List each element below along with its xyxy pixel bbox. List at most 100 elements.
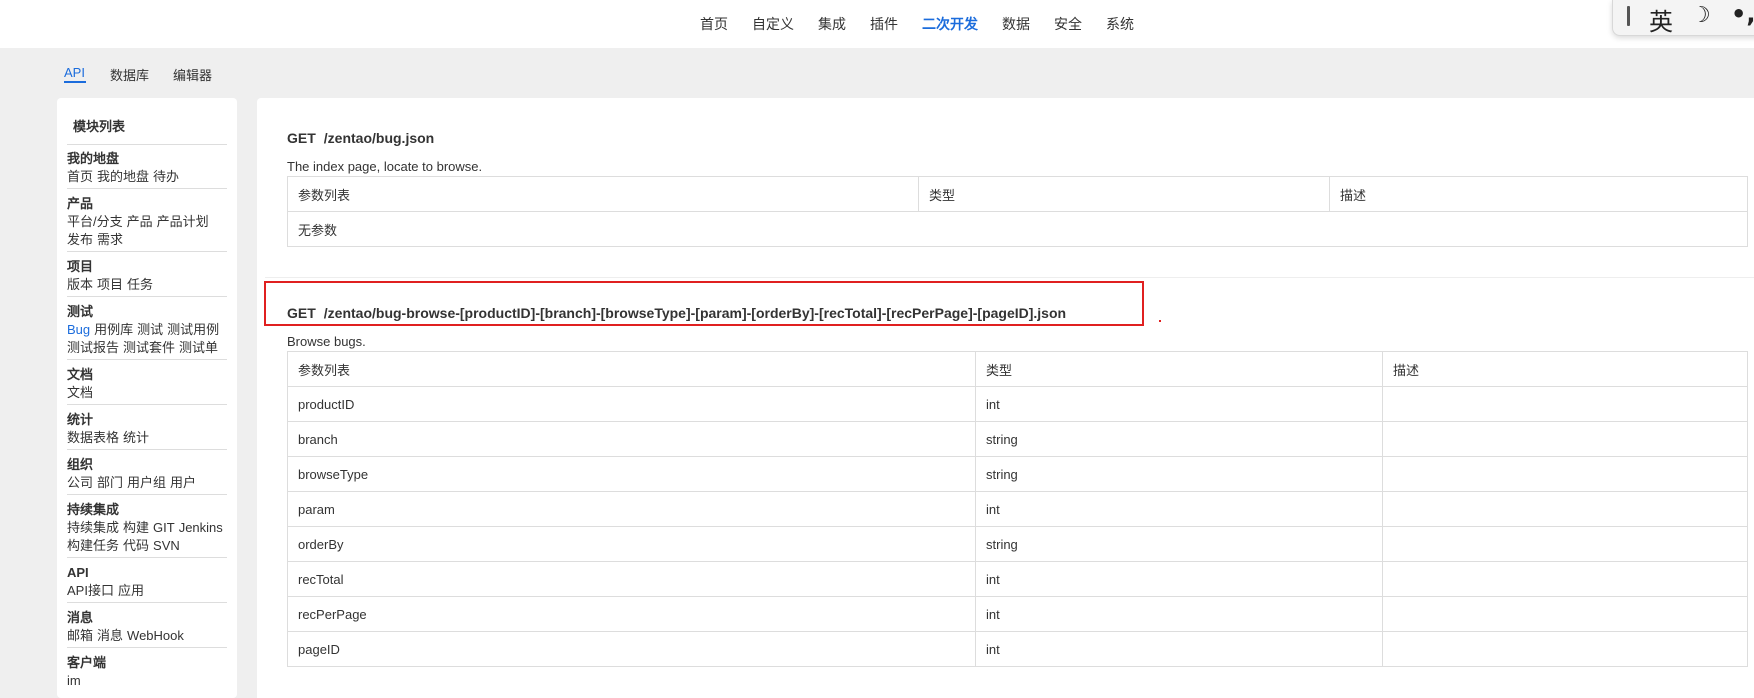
param-type: int (975, 491, 1383, 527)
module-link[interactable]: 公司 (67, 475, 93, 490)
module-link[interactable]: 产品计划 (157, 214, 209, 229)
module-link[interactable]: API接口 (67, 583, 114, 598)
table-row: recTotal int (287, 561, 1748, 597)
param-desc (1382, 491, 1748, 527)
module-link[interactable]: 测试套件 (123, 340, 175, 355)
module-link[interactable]: 用户 (170, 475, 196, 490)
nav-dev[interactable]: 二次开发 (922, 14, 978, 34)
module-link[interactable]: 首页 (67, 169, 93, 184)
module-link[interactable]: 应用 (118, 583, 144, 598)
sub-tabs: API 数据库 编辑器 (0, 48, 1754, 94)
module-link[interactable]: 测试报告 (67, 340, 119, 355)
module-link[interactable]: 用例库 (94, 322, 133, 337)
module-doc: 文档 文档 (67, 366, 227, 405)
table-row: param int (287, 491, 1748, 527)
module-link[interactable]: 数据表格 (67, 430, 119, 445)
table-header-row: 参数列表 类型 描述 (287, 351, 1748, 387)
empty-params-text: 无参数 (287, 211, 1748, 247)
nav-data[interactable]: 数据 (1002, 14, 1030, 34)
param-type: int (975, 561, 1383, 597)
module-link[interactable]: 部门 (97, 475, 123, 490)
module-org: 组织 公司 部门 用户组 用户 (67, 456, 227, 495)
column-header: 描述 (1382, 351, 1748, 387)
module-link[interactable]: Jenkins (179, 520, 223, 535)
module-link-bug[interactable]: Bug (67, 322, 90, 337)
module-link[interactable]: im (67, 673, 81, 688)
nav-system[interactable]: 系统 (1106, 14, 1134, 34)
param-desc (1382, 596, 1748, 632)
param-name: branch (287, 421, 976, 457)
nav-plugin[interactable]: 插件 (870, 14, 898, 34)
module-name: 测试 (67, 304, 94, 319)
nav-security[interactable]: 安全 (1054, 14, 1082, 34)
module-link[interactable]: 待办 (153, 169, 179, 184)
module-link[interactable]: 测试用例 (167, 322, 219, 337)
module-link[interactable]: 需求 (97, 232, 123, 247)
param-desc (1382, 526, 1748, 562)
module-name: 持续集成 (67, 502, 120, 517)
table-row: recPerPage int (287, 596, 1748, 632)
moon-icon[interactable]: ☽ (1691, 3, 1711, 28)
param-desc (1382, 561, 1748, 597)
module-link[interactable]: 持续集成 (67, 520, 119, 535)
module-link[interactable]: 统计 (123, 430, 149, 445)
params-table: 参数列表 类型 描述 productID int branch string bro… (287, 351, 1748, 667)
nav-home[interactable]: 首页 (700, 14, 728, 34)
ime-language-toggle[interactable]: 英 (1649, 2, 1673, 37)
module-link[interactable]: 版本 (67, 277, 93, 292)
module-link[interactable]: 文档 (67, 385, 93, 400)
punctuation-icon[interactable]: •, (1731, 0, 1754, 28)
module-link[interactable]: GIT (153, 520, 175, 535)
tab-database[interactable]: 数据库 (110, 65, 149, 84)
param-desc (1382, 631, 1748, 667)
api-description: Browse bugs. (287, 334, 366, 349)
module-link[interactable]: 构建 (123, 520, 149, 535)
table-row: browseType string (287, 456, 1748, 492)
module-link[interactable]: WebHook (127, 628, 184, 643)
module-link[interactable]: 发布 (67, 232, 93, 247)
tab-api[interactable]: API (64, 65, 85, 80)
module-name: API (67, 565, 89, 580)
module-link[interactable]: 构建任务 (67, 538, 119, 553)
divider (265, 277, 1754, 278)
table-row: pageID int (287, 631, 1748, 667)
module-link[interactable]: 消息 (97, 628, 123, 643)
module-message: 消息 邮箱 消息 WebHook (67, 609, 227, 648)
param-name: browseType (287, 456, 976, 492)
module-link[interactable]: 项目 (97, 277, 123, 292)
nav-custom[interactable]: 自定义 (752, 14, 794, 34)
ime-toolbar[interactable]: 英 ☽ •, (1612, 0, 1754, 36)
module-link[interactable]: 代码 (123, 538, 149, 553)
module-link[interactable]: 平台/分支 (67, 214, 123, 229)
nav-integration[interactable]: 集成 (818, 14, 846, 34)
module-api: API API接口 应用 (67, 564, 227, 603)
sidebar-title: 模块列表 (73, 119, 126, 134)
module-test: 测试 Bug 用例库 测试 测试用例 测试报告 测试套件 测试单 (67, 303, 227, 360)
param-type: string (975, 526, 1383, 562)
module-link[interactable]: 用户组 (127, 475, 166, 490)
module-name: 客户端 (67, 655, 107, 670)
module-name: 消息 (67, 610, 94, 625)
module-name: 产品 (67, 196, 94, 211)
module-link[interactable]: 测试单 (179, 340, 218, 355)
module-link[interactable]: 邮箱 (67, 628, 93, 643)
module-product: 产品 平台/分支 产品 产品计划 发布 需求 (67, 195, 227, 252)
module-name: 文档 (67, 367, 94, 382)
module-link[interactable]: 我的地盘 (97, 169, 149, 184)
module-link[interactable]: SVN (153, 538, 180, 553)
api-description: The index page, locate to browse. (287, 159, 483, 174)
module-link[interactable]: 任务 (127, 277, 153, 292)
module-link[interactable]: 产品 (127, 214, 153, 229)
module-name: 统计 (67, 412, 94, 427)
param-name: pageID (287, 631, 976, 667)
module-link[interactable]: 测试 (137, 322, 163, 337)
active-tab-underline (64, 81, 86, 83)
table-row: productID int (287, 386, 1748, 422)
module-name: 项目 (67, 259, 94, 274)
column-header: 参数列表 (287, 351, 976, 387)
table-row: branch string (287, 421, 1748, 457)
param-type: string (975, 456, 1383, 492)
param-name: recPerPage (287, 596, 976, 632)
ime-drag-handle[interactable] (1627, 6, 1630, 26)
tab-editor[interactable]: 编辑器 (173, 65, 212, 84)
